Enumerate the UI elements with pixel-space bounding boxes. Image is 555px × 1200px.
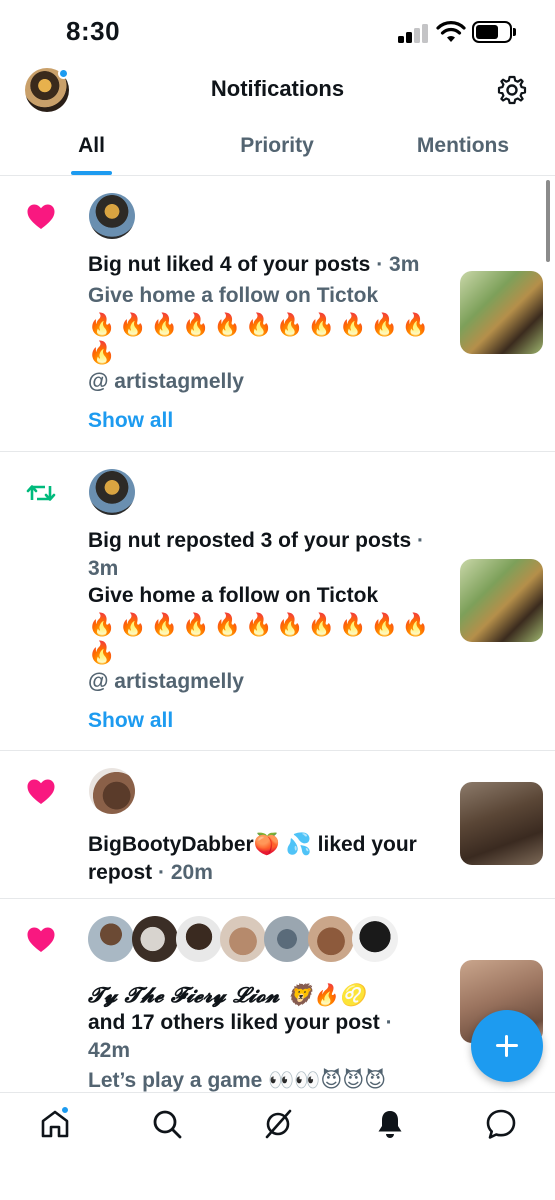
- messages-icon[interactable]: [484, 1107, 518, 1141]
- timestamp: 42m: [88, 1039, 131, 1062]
- notification-item[interactable]: Big nut liked 4 of your posts · 3m Give …: [0, 176, 555, 452]
- notification-headline: BigBootyDabber🍑 💦 liked your repost · 20…: [88, 833, 417, 884]
- user-avatar[interactable]: [88, 916, 134, 962]
- user-avatar[interactable]: [308, 916, 354, 962]
- notification-item[interactable]: Big nut reposted 3 of your posts · 3m Gi…: [0, 452, 555, 751]
- post-title: Give home a follow on Tictok: [88, 284, 379, 307]
- action-text: and 17 others liked your post: [88, 1011, 380, 1034]
- bottom-navigation: [0, 1092, 555, 1200]
- show-all-link[interactable]: Show all: [88, 707, 173, 735]
- user-avatar[interactable]: [176, 916, 222, 962]
- user-avatar[interactable]: [132, 916, 178, 962]
- settings-gear-icon[interactable]: [496, 74, 528, 106]
- user-avatar[interactable]: [352, 916, 398, 962]
- tab-priority[interactable]: Priority: [222, 134, 332, 158]
- status-time: 8:30: [66, 16, 121, 46]
- notification-headline: and 17 others liked your post · 42m: [88, 1011, 393, 1062]
- notifications-bell-icon[interactable]: [373, 1107, 407, 1141]
- emoji-row: 🔥🔥🔥🔥🔥🔥🔥🔥🔥🔥🔥: [88, 612, 434, 637]
- emoji-row: 🔥🔥🔥🔥🔥🔥🔥🔥🔥🔥🔥: [88, 312, 434, 337]
- show-all-link[interactable]: Show all: [88, 407, 173, 435]
- action-text: liked 4 of your posts: [160, 253, 371, 276]
- page-title: Notifications: [210, 76, 345, 101]
- heart-icon: [27, 779, 55, 804]
- user-avatar[interactable]: [89, 193, 135, 239]
- grok-icon[interactable]: [261, 1107, 295, 1141]
- battery-icon: [472, 21, 516, 43]
- timestamp: 3m: [389, 253, 420, 276]
- timestamp: 20m: [170, 861, 213, 884]
- active-tab-indicator: [71, 171, 112, 175]
- repost-icon: [26, 485, 56, 501]
- post-thumbnail[interactable]: [460, 782, 543, 865]
- heart-icon: [27, 204, 55, 229]
- notification-item[interactable]: BigBootyDabber🍑 💦 liked your repost · 20…: [0, 751, 555, 899]
- notification-headline: Big nut reposted 3 of your posts · 3m: [88, 529, 425, 580]
- user-avatar[interactable]: [264, 916, 310, 962]
- post-title: Give home a follow on Tictok: [88, 584, 379, 607]
- timestamp: 3m: [88, 557, 119, 580]
- post-thumbnail[interactable]: [460, 271, 543, 354]
- tab-all[interactable]: All: [58, 134, 125, 158]
- user-avatar[interactable]: [89, 469, 135, 515]
- emoji-row: 🔥: [88, 340, 120, 365]
- search-icon[interactable]: [150, 1107, 184, 1141]
- handle-line: @ artistagmelly: [88, 670, 244, 693]
- post-thumbnail[interactable]: [460, 559, 543, 642]
- handle-line: @ artistagmelly: [88, 370, 244, 393]
- actor-name[interactable]: BigBootyDabber🍑 💦: [88, 833, 312, 856]
- post-title: Let’s play a game 👀👀😈😈😈: [88, 1069, 387, 1092]
- header: Notifications: [0, 62, 555, 120]
- notification-tabs: All Priority Mentions: [0, 120, 555, 176]
- user-avatar[interactable]: [220, 916, 266, 962]
- cellular-signal-icon: [398, 23, 430, 43]
- home-unread-dot: [60, 1105, 70, 1115]
- actor-name[interactable]: Big nut: [88, 529, 160, 552]
- heart-icon: [27, 927, 55, 952]
- action-text: reposted 3 of your posts: [160, 529, 412, 552]
- emoji-row: 🔥: [88, 640, 120, 665]
- actor-name[interactable]: 𝓣𝔂 𝓣𝓱𝓮 𝓕𝓲𝓮𝓻𝔂 𝓛𝓲𝓸𝓷 🦁🔥♌: [88, 981, 365, 1009]
- notification-headline: Big nut liked 4 of your posts · 3m: [88, 253, 420, 276]
- tab-mentions[interactable]: Mentions: [405, 134, 521, 158]
- actor-name[interactable]: Big nut: [88, 253, 160, 276]
- compose-button[interactable]: [471, 1010, 543, 1082]
- notifications-feed[interactable]: Big nut liked 4 of your posts · 3m Give …: [0, 176, 555, 1092]
- notification-item[interactable]: 𝓣𝔂 𝓣𝓱𝓮 𝓕𝓲𝓮𝓻𝔂 𝓛𝓲𝓸𝓷 🦁🔥♌ and 17 others like…: [0, 899, 555, 1092]
- status-bar: 8:30: [0, 0, 555, 62]
- wifi-icon: [436, 21, 466, 42]
- user-avatar[interactable]: [89, 768, 135, 814]
